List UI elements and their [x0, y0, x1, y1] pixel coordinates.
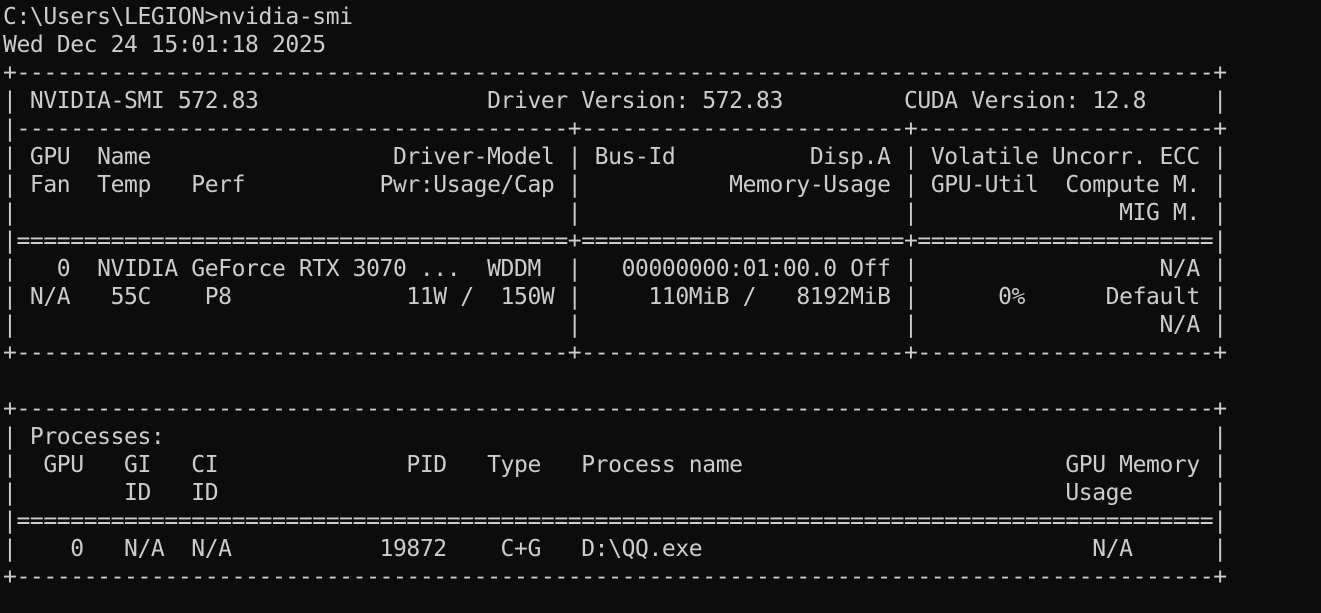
processes-header-1: | GPU GI CI PID Type Process name GPU Me…: [3, 452, 1227, 478]
process-row: | 0 N/A N/A 19872 C+G D:\QQ.exe N/A |: [3, 536, 1227, 562]
table-border-bottom: +---------------------------------------…: [3, 340, 1227, 366]
gpu-column-header-1: | GPU Name Driver-Model | Bus-Id Disp.A …: [3, 144, 1227, 170]
table-divider: |---------------------------------------…: [3, 116, 1227, 142]
terminal-window[interactable]: C:\Users\LEGION>nvidia-smi Wed Dec 24 15…: [0, 0, 1321, 613]
processes-header-2: | ID ID Usage |: [3, 480, 1227, 506]
processes-border-bottom: +---------------------------------------…: [3, 564, 1227, 590]
processes-title: | Processes: |: [3, 424, 1227, 450]
smi-version-header: | NVIDIA-SMI 572.83 Driver Version: 572.…: [3, 88, 1227, 114]
gpu-row-3: | | | N/A |: [3, 312, 1227, 338]
processes-separator: |=======================================…: [3, 508, 1227, 534]
gpu-row-2: | N/A 55C P8 11W / 150W | 110MiB / 8192M…: [3, 284, 1227, 310]
header-separator: |=======================================…: [3, 228, 1227, 254]
table-border-top: +---------------------------------------…: [3, 60, 1227, 86]
gpu-row-1: | 0 NVIDIA GeForce RTX 3070 ... WDDM | 0…: [3, 256, 1227, 282]
timestamp-line: Wed Dec 24 15:01:18 2025: [3, 32, 326, 58]
processes-border-top: +---------------------------------------…: [3, 396, 1227, 422]
command-prompt-line: C:\Users\LEGION>nvidia-smi: [3, 4, 353, 30]
gpu-column-header-3: | | | MIG M. |: [3, 200, 1227, 226]
gpu-column-header-2: | Fan Temp Perf Pwr:Usage/Cap | Memory-U…: [3, 172, 1227, 198]
